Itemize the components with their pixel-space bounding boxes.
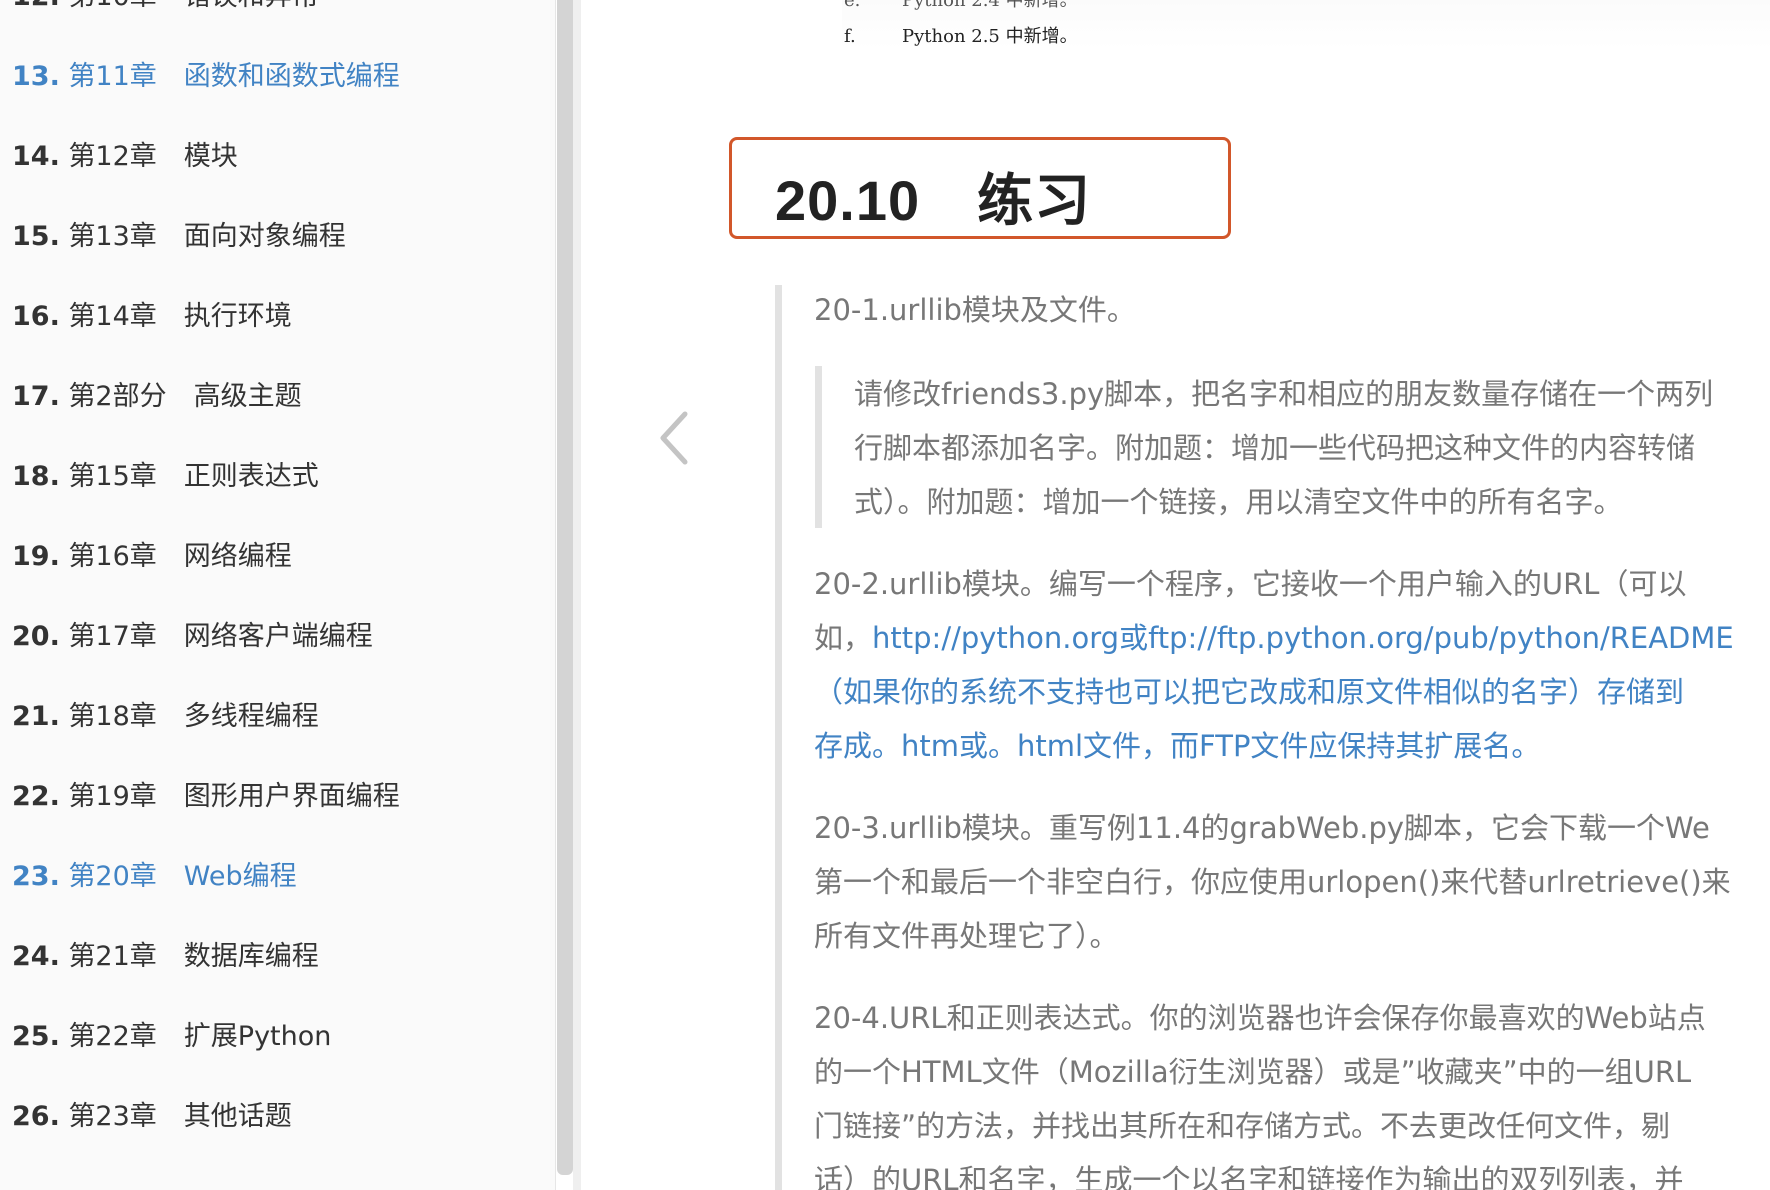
exercise-4-text: 20-4.URL和正则表达式。你的浏览器也许会保存你最喜欢的Web站点 — [814, 1001, 1706, 1035]
exercise-3-text: 所有文件再处理它了）。 — [814, 919, 1119, 953]
exercise-1-text: 行脚本都添加名字。附加题：增加一些代码把这种文件的内容转储 — [854, 431, 1696, 465]
toc-item-number: 16. — [12, 301, 60, 332]
chevron-left-icon — [660, 411, 688, 465]
toc-item-number: 23. — [12, 861, 60, 892]
toc-item-label: 第17章 网络客户端编程 — [68, 621, 373, 652]
toc-item-ch21[interactable]: 24. 第21章 数据库编程 — [0, 939, 545, 1019]
exercise-2-text: 20-2.urllib模块。编写一个程序，它接收一个用户输入的URL（可以 — [814, 567, 1687, 601]
toc-item-label: 第2部分 高级主题 — [68, 381, 302, 412]
section-heading: 20.10 练习 — [775, 169, 1092, 232]
toc-item-label: 第22章 扩展Python — [68, 1021, 332, 1052]
exercise-4-text: 话）的URL和名字，生成一个以名字和链接作为输出的双列列表，并 — [814, 1163, 1684, 1190]
toc-item-number: 20. — [12, 621, 60, 652]
toc-sidebar: 12. 第10章 错误和异常 13. 第11章 函数和函数式编程 14. 第12… — [0, 0, 556, 1190]
exercise-2-link-text[interactable]: （如果你的系统不支持也可以把它改成和原文件相似的名字）存储到 — [814, 672, 1684, 712]
exercise-2-link-text[interactable]: 存成。htm或。html文件，而FTP文件应保持其扩展名。 — [814, 726, 1540, 766]
toc-item-ch20[interactable]: 23. 第20章 Web编程 — [0, 859, 545, 939]
toc-item-ch10[interactable]: 12. 第10章 错误和异常 — [0, 0, 545, 59]
toc-item-label: 第19章 图形用户界面编程 — [68, 781, 400, 812]
toc-item-ch17[interactable]: 20. 第17章 网络客户端编程 — [0, 619, 545, 699]
toc-item-label: 第20章 Web编程 — [68, 861, 297, 892]
toc-item-label: 第10章 错误和异常 — [68, 0, 318, 12]
toc-item-label: 第18章 多线程编程 — [68, 701, 319, 732]
toc-item-ch15[interactable]: 18. 第15章 正则表达式 — [0, 459, 545, 539]
toc-item-label: 第14章 执行环境 — [68, 301, 292, 332]
previous-page-button[interactable] — [655, 408, 695, 468]
content-area: e. Python 2.4 中新增。 f. Python 2.5 中新增。 20.1… — [582, 0, 1770, 1190]
exercise-1-text: 式）。附加题：增加一个链接，用以清空文件中的所有名字。 — [854, 485, 1623, 519]
toc-item-label: 第15章 正则表达式 — [68, 461, 319, 492]
exercise-1-text: 请修改friends3.py脚本，把名字和相应的朋友数量存储在一个两列 — [854, 377, 1714, 411]
scanned-page-fragment: e. Python 2.4 中新增。 f. Python 2.5 中新增。 — [842, 0, 1770, 50]
exercise-3-text: 20-3.urllib模块。重写例11.4的grabWeb.py脚本，它会下载一… — [814, 811, 1710, 845]
toc-item-number: 18. — [12, 461, 60, 492]
exercise-2-text: 如，http://python.org或ftp://ftp.python.org… — [814, 618, 1734, 658]
toc-item-number: 13. — [12, 61, 60, 92]
toc-item-label: 第16章 网络编程 — [68, 541, 292, 572]
exercise-4-text: 的一个HTML文件（Mozilla衍生浏览器）或是”收藏夹”中的一组URL — [814, 1055, 1692, 1089]
toc-item-ch19[interactable]: 22. 第19章 图形用户界面编程 — [0, 779, 545, 859]
exercise-3-text: 第一个和最后一个非空白行，你应使用urlopen()来代替urlretrieve… — [814, 865, 1731, 899]
toc-item-number: 25. — [12, 1021, 60, 1052]
nested-blockquote-bar — [815, 366, 822, 528]
toc-item-ch12[interactable]: 14. 第12章 模块 — [0, 139, 545, 219]
toc-item-ch13[interactable]: 15. 第13章 面向对象编程 — [0, 219, 545, 299]
toc-item-label: 第11章 函数和函数式编程 — [68, 61, 400, 92]
toc-list: 12. 第10章 错误和异常 13. 第11章 函数和函数式编程 14. 第12… — [0, 0, 545, 1179]
toc-item-label: 第23章 其他话题 — [68, 1101, 292, 1132]
toc-item-number: 21. — [12, 701, 60, 732]
toc-item-number: 12. — [12, 0, 60, 12]
toc-item-ch14[interactable]: 16. 第14章 执行环境 — [0, 299, 545, 379]
toc-item-number: 15. — [12, 221, 60, 252]
scan-line-e: e. Python 2.4 中新增。 — [844, 0, 1078, 11]
toc-item-number: 14. — [12, 141, 60, 172]
sidebar-scrollbar[interactable] — [557, 0, 573, 1175]
toc-item-ch18[interactable]: 21. 第18章 多线程编程 — [0, 699, 545, 779]
exercise-4-text: 门链接”的方法，并找出其所在和存储方式。不去更改任何文件，剔 — [814, 1109, 1671, 1143]
reader-window: 12. 第10章 错误和异常 13. 第11章 函数和函数式编程 14. 第12… — [0, 0, 1770, 1190]
toc-item-ch16[interactable]: 19. 第16章 网络编程 — [0, 539, 545, 619]
exercise-2-link[interactable]: http://python.org或ftp://ftp.python.org/p… — [872, 621, 1734, 655]
toc-item-ch11[interactable]: 13. 第11章 函数和函数式编程 — [0, 59, 545, 139]
exercise-2-text-prefix: 如， — [814, 621, 873, 655]
toc-item-ch22[interactable]: 25. 第22章 扩展Python — [0, 1019, 545, 1099]
sidebar-divider — [573, 0, 581, 1190]
blockquote-bar — [775, 285, 782, 1190]
scan-line-f: f. Python 2.5 中新增。 — [844, 26, 1078, 47]
toc-item-part2[interactable]: 17. 第2部分 高级主题 — [0, 379, 545, 459]
toc-item-label: 第13章 面向对象编程 — [68, 221, 346, 252]
section-heading-box: 20.10 练习 — [729, 137, 1231, 239]
toc-item-number: 17. — [12, 381, 60, 412]
toc-item-number: 24. — [12, 941, 60, 972]
toc-item-ch23[interactable]: 26. 第23章 其他话题 — [0, 1099, 545, 1179]
toc-item-label: 第12章 模块 — [68, 141, 238, 172]
exercise-1-title: 20-1.urllib模块及文件。 — [814, 293, 1136, 327]
toc-item-number: 19. — [12, 541, 60, 572]
toc-item-number: 26. — [12, 1101, 60, 1132]
toc-item-label: 第21章 数据库编程 — [68, 941, 319, 972]
toc-item-number: 22. — [12, 781, 60, 812]
